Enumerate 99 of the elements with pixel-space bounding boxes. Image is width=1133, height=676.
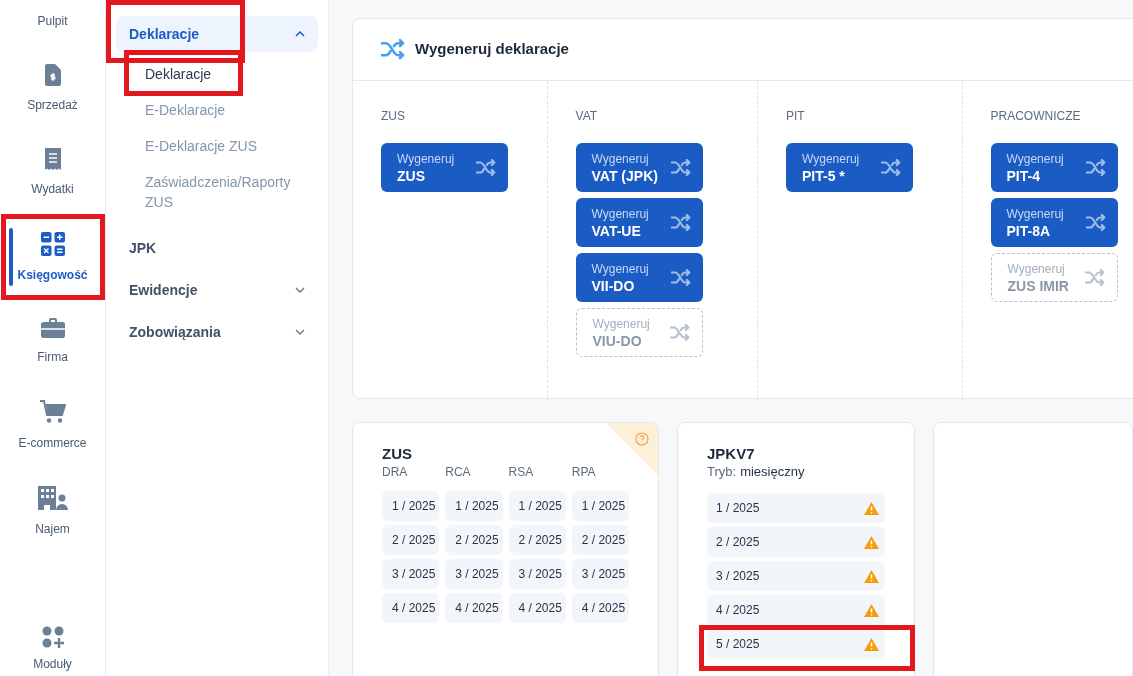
column-heading: RPA <box>571 464 597 481</box>
calculator-icon <box>40 232 65 256</box>
generate-button[interactable]: Wygeneruj VII-DO <box>575 253 703 302</box>
card-title: Wygeneruj deklaracje <box>415 39 569 60</box>
period-item[interactable]: 4 / 2025 <box>445 593 503 623</box>
button-label: PIT-4 <box>1006 167 1041 185</box>
building-person-icon <box>37 486 68 510</box>
menu-item[interactable]: JPK <box>116 230 318 266</box>
generate-button[interactable]: Wygeneruj VAT (JPK) <box>575 143 703 192</box>
period-item[interactable]: 2 / 2025 <box>382 525 440 555</box>
shuffle-icon <box>670 159 691 176</box>
active-indicator <box>9 228 13 286</box>
period-item[interactable]: 1 / 2025 <box>571 491 629 521</box>
rail-item[interactable]: Najem <box>0 468 105 554</box>
period-item[interactable]: 4 / 2025 <box>571 593 629 623</box>
button-label: PIT-5 * <box>802 167 846 185</box>
rail-item[interactable]: Firma <box>0 300 105 382</box>
menu-item[interactable]: Ewidencje <box>116 272 318 308</box>
button-label: VIU-DO <box>592 332 643 350</box>
button-caption: Wygeneruj <box>1006 150 1064 168</box>
column-heading: PIT <box>786 108 806 125</box>
column-heading: RSA <box>508 464 535 481</box>
generate-button[interactable]: Wygeneruj ZUS <box>381 143 508 192</box>
shuffle-icon <box>670 214 691 231</box>
period-item[interactable]: 3 / 2025 <box>571 559 629 589</box>
period-item[interactable]: 1 / 2025 <box>445 491 503 521</box>
submenu-item[interactable]: Deklaracje <box>116 56 318 92</box>
button-label: ZUS <box>397 167 426 185</box>
period-item[interactable]: 4 / 2025 <box>707 595 885 625</box>
button-caption: Wygeneruj <box>1007 260 1066 278</box>
receipt-icon <box>43 148 62 170</box>
menu-item[interactable]: Deklaracje <box>116 16 318 52</box>
button-caption: Wygeneruj <box>802 150 860 168</box>
rail-item[interactable]: Pulpit <box>0 0 105 46</box>
period-item[interactable]: 2 / 2025 <box>707 527 885 557</box>
period-item[interactable]: 3 / 2025 <box>382 559 440 589</box>
menu-item[interactable]: Zobowiązania <box>116 314 318 350</box>
period-item[interactable]: 3 / 2025 <box>707 561 885 591</box>
button-caption: Wygeneruj <box>591 205 649 223</box>
period-item[interactable]: 1 / 2025 <box>382 491 440 521</box>
modules-icon <box>41 626 64 648</box>
warning-icon <box>864 603 879 617</box>
period-item[interactable]: 5 / 2025 <box>707 629 885 659</box>
button-caption: Wygeneruj <box>591 150 650 168</box>
generate-button[interactable]: Wygeneruj PIT-8A <box>990 198 1118 247</box>
shuffle-icon <box>381 39 405 60</box>
card-title: JPKV7 <box>707 445 756 463</box>
rail-item[interactable]: E-commerce <box>0 382 105 468</box>
period-item[interactable]: 3 / 2025 <box>508 559 566 589</box>
button-label: VAT-UE <box>591 222 642 240</box>
shuffle-icon <box>1085 214 1106 231</box>
button-caption: Wygeneruj <box>1006 205 1064 223</box>
generate-button[interactable]: Wygeneruj VAT-UE <box>575 198 703 247</box>
column-heading: DRA <box>382 464 409 481</box>
period-item[interactable]: 2 / 2025 <box>571 525 629 555</box>
shuffle-icon <box>881 159 901 176</box>
button-label: VII-DO <box>591 277 636 295</box>
generate-button[interactable]: Wygeneruj PIT-5 * <box>786 143 913 192</box>
briefcase-icon <box>40 318 65 338</box>
cart-icon <box>39 400 66 424</box>
button-caption: Wygeneruj <box>592 315 650 333</box>
period-item[interactable]: 4 / 2025 <box>382 593 440 623</box>
period-item[interactable]: 2 / 2025 <box>508 525 566 555</box>
column-heading: RCA <box>445 464 472 481</box>
generate-button[interactable]: Wygeneruj PIT-4 <box>990 143 1118 192</box>
button-caption: Wygeneruj <box>397 150 455 168</box>
shuffle-icon <box>670 269 691 286</box>
rail-item[interactable]: Wydatki <box>0 130 105 214</box>
period-item[interactable]: 2 / 2025 <box>445 525 503 555</box>
chevron-up-icon <box>295 31 305 37</box>
rail-item[interactable]: Księgowość <box>0 214 105 300</box>
shuffle-icon <box>669 324 690 341</box>
rail-item[interactable]: Moduły <box>33 626 72 672</box>
chevron-down-icon <box>295 329 305 335</box>
shuffle-icon <box>1085 159 1106 176</box>
period-item[interactable]: 1 / 2025 <box>508 491 566 521</box>
column-heading: VAT <box>575 108 599 125</box>
period-item[interactable]: 4 / 2025 <box>508 593 566 623</box>
button-label: PIT-8A <box>1006 222 1052 240</box>
warning-icon <box>864 637 879 651</box>
help-icon <box>635 432 649 446</box>
warning-icon <box>864 535 879 549</box>
column-heading: ZUS <box>381 108 406 125</box>
warning-icon <box>864 501 879 515</box>
button-label: VAT (JPK) <box>591 167 658 185</box>
chevron-down-icon <box>295 287 305 293</box>
period-item[interactable]: 1 / 2025 <box>707 493 885 523</box>
mode-value: miesięczny <box>740 463 805 481</box>
mode-label: Tryb: <box>707 463 737 481</box>
rail-item[interactable]: Sprzedaż <box>0 46 105 130</box>
period-item[interactable]: 3 / 2025 <box>445 559 503 589</box>
card-title: ZUS <box>382 445 413 463</box>
warning-icon <box>864 569 879 583</box>
shuffle-icon <box>1084 269 1105 286</box>
button-label: ZUS IMIR <box>1007 277 1069 295</box>
column-heading: PRACOWNICZE <box>990 108 1082 125</box>
shuffle-icon <box>476 159 496 176</box>
button-caption: Wygeneruj <box>591 260 649 278</box>
document-dollar-icon <box>44 64 61 86</box>
